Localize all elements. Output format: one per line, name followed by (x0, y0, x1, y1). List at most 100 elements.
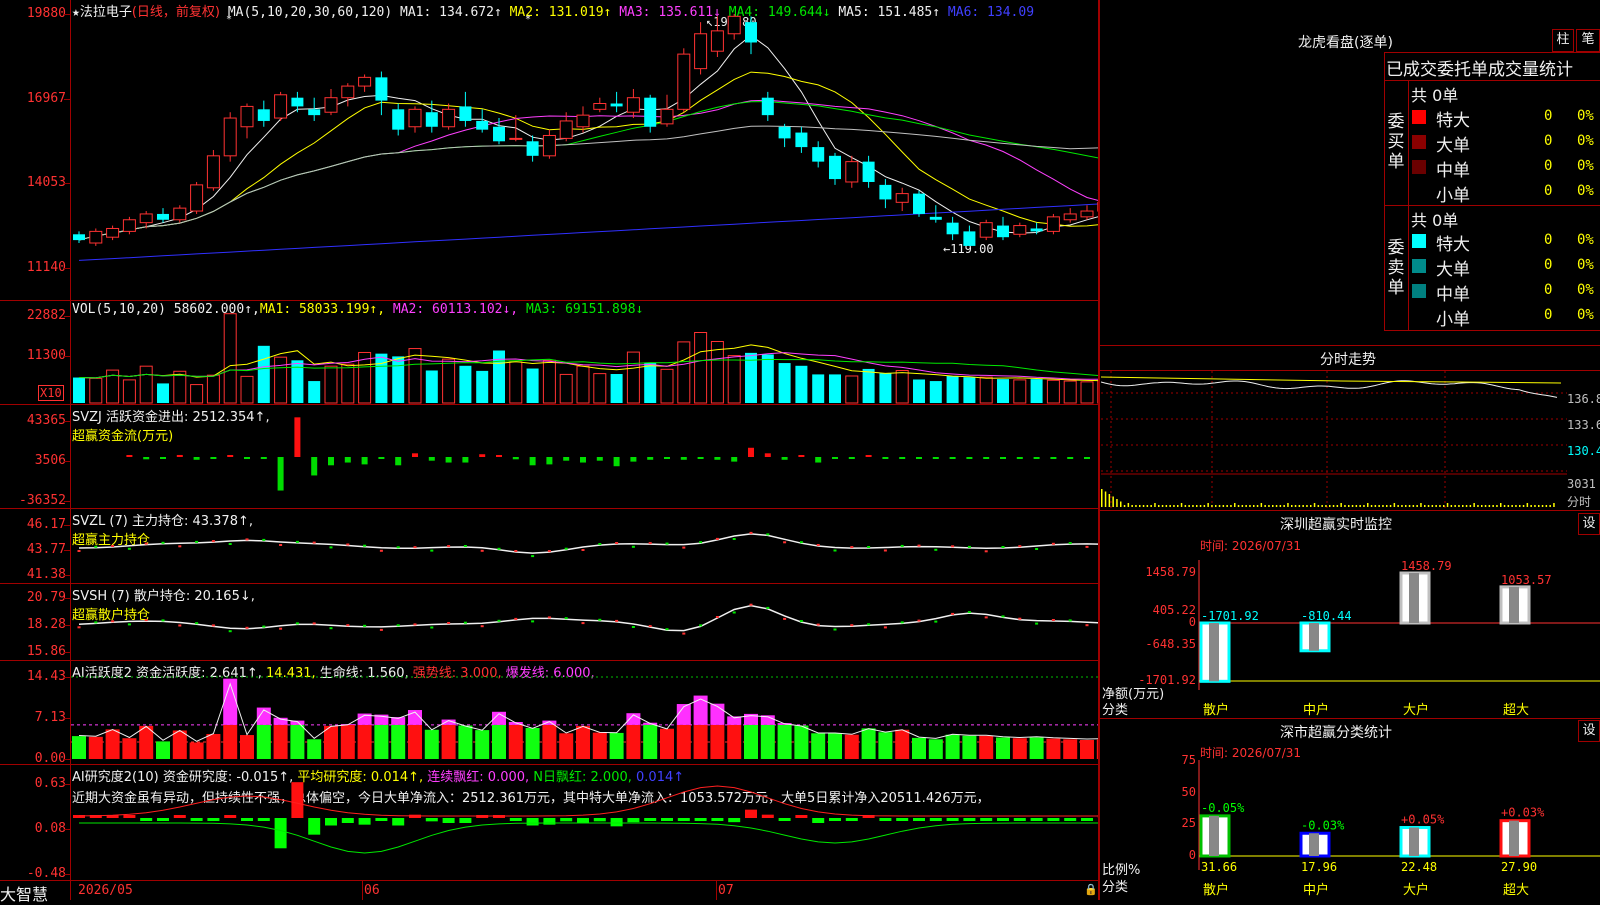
ai1-axis-tick-mark (64, 759, 70, 760)
intraday-vol-bar (1261, 503, 1263, 507)
volume-bar (123, 380, 135, 403)
monitor-category-label: 大户 (1403, 702, 1429, 718)
intraday-vol-bar (1511, 505, 1513, 507)
svzj-axis-tick-mark (64, 421, 70, 422)
intraday-vol-bar (1394, 503, 1396, 507)
retail-holding-line-dot (330, 627, 333, 629)
retail-holding-line-dot (699, 624, 702, 626)
volume-bar (325, 366, 337, 403)
buy-row-count: 0 (1544, 183, 1552, 199)
intraday-vol-bar (1553, 503, 1555, 507)
ai1-bar (307, 739, 321, 759)
price-axis-tick: 19880 (27, 6, 66, 21)
retail-holding-line-dot (850, 624, 853, 626)
candle-body (728, 16, 740, 33)
intraday-vol-bar (1546, 505, 1548, 507)
svsh-axis-tick: 18.28 (27, 617, 66, 632)
intraday-unit: 分时 (1567, 493, 1591, 510)
volume-chart[interactable] (71, 301, 1098, 404)
candle-body (947, 223, 959, 235)
ai1-bar (156, 741, 170, 759)
monitor-value-label: 1458.79 (1401, 559, 1452, 573)
retail-holding-line-dot (397, 624, 400, 626)
intraday-vol-bar (1162, 505, 1164, 507)
volume-bar (913, 380, 925, 404)
monitor-bar-shade (1209, 623, 1219, 681)
retail-holding-line-dot (94, 621, 97, 623)
ai2-bar (275, 818, 287, 848)
fund-flow-bar (160, 457, 166, 459)
stats-value-label: 27.90 (1501, 860, 1537, 874)
stats-chart[interactable]: -0.05%31.66散户-0.03%17.96中户+0.05%22.48大户+… (1101, 750, 1600, 900)
stats-settings-button[interactable]: 设 (1578, 720, 1600, 742)
ai1-bar (240, 735, 254, 759)
fund-flow-bar (530, 457, 536, 465)
fund-flow-chart[interactable] (71, 405, 1098, 508)
ai2-bar (1064, 818, 1076, 821)
candle-body (863, 162, 875, 182)
monitor-settings-button[interactable]: 设 (1578, 513, 1600, 535)
intraday-vol-bar (1413, 505, 1415, 507)
main-holding-line-dot (464, 545, 467, 547)
bar-mode-button[interactable]: 柱 (1552, 29, 1574, 52)
vol-axis-tick: 11300 (27, 348, 66, 363)
retail-holding-chart[interactable] (71, 584, 1098, 660)
intraday-axis-high: 136.8 (1567, 392, 1600, 406)
ai2-bar (695, 818, 707, 821)
intraday-axis-low: 130.4 (1567, 444, 1600, 458)
retail-holding-line-dot (1035, 623, 1038, 625)
ai1-bar (206, 734, 220, 759)
volume-bar (443, 359, 455, 403)
main-holding-line-dot (934, 549, 937, 551)
main-holding-line-dot (1069, 542, 1072, 544)
candle-body (207, 156, 219, 188)
retail-holding-line-dot (498, 620, 501, 622)
main-holding-line-dot (246, 538, 249, 540)
fund-flow-bar (882, 457, 888, 459)
ai2-bar (560, 818, 572, 821)
intraday-vol-bar (1219, 505, 1221, 507)
candle-body (224, 118, 236, 156)
intraday-chart[interactable] (1101, 371, 1567, 509)
candle-body (90, 231, 102, 243)
intraday-vol-bar (1473, 503, 1475, 507)
date-tick-jun: 06 (364, 883, 380, 898)
ai1-bar (324, 726, 338, 759)
price-axis-tick: 11140 (27, 260, 66, 275)
ai1-bar (1046, 739, 1060, 759)
candle-body (560, 121, 572, 138)
lock-icon[interactable]: 🔒 (1084, 883, 1098, 896)
retail-holding-line-dot (951, 613, 954, 615)
ai-activity-chart[interactable] (71, 661, 1098, 764)
candle-body (510, 138, 522, 139)
volume-bar (678, 342, 690, 403)
ai1-axis-tick: 14.43 (27, 669, 66, 684)
retail-holding-line-dot (934, 621, 937, 623)
fund-flow-bar (362, 457, 368, 464)
ai2-bar (123, 815, 135, 818)
volume-bar (476, 371, 488, 403)
main-holding-line-dot (766, 533, 769, 535)
buy-row-name: 中单 (1436, 156, 1470, 181)
intraday-axis-mid: 133.6 (1567, 418, 1600, 432)
intraday-vol-bar (1371, 505, 1373, 507)
tick-mode-button[interactable]: 笔 (1576, 29, 1600, 52)
monitor-title: 深圳超赢实时监控 (1280, 514, 1392, 534)
main-holding-chart[interactable] (71, 509, 1098, 583)
price-chart[interactable]: ** (71, 0, 1098, 300)
fund-flow-bar (983, 457, 989, 459)
intraday-vol-bar (1496, 505, 1498, 507)
buy-total: 共 0单 (1411, 82, 1458, 106)
sell-row-count: 0 (1544, 307, 1552, 323)
retail-holding-line-dot (514, 618, 517, 620)
main-holding-line-dot (447, 545, 450, 547)
ai-research-chart[interactable] (71, 765, 1098, 880)
intraday-vol-bar (1390, 505, 1392, 507)
buy-row-name: 小单 (1436, 181, 1470, 206)
fund-flow-bar (748, 448, 754, 457)
intraday-vol-bar (1295, 505, 1297, 507)
main-holding-line-dot (195, 541, 198, 543)
intraday-vol-bar (1489, 505, 1491, 507)
monitor-chart[interactable]: -1701.92散户-810.44中户1458.79大户1053.57超大 (1101, 540, 1600, 720)
svsh-axis-tick: 20.79 (27, 590, 66, 605)
